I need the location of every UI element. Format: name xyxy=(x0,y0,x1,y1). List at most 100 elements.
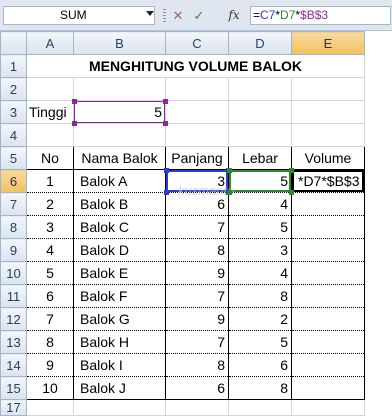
row-header[interactable]: 5 xyxy=(0,146,27,170)
cell-panjang[interactable]: 8 xyxy=(165,238,229,262)
table-header-panjang[interactable]: Panjang xyxy=(165,146,229,170)
range-handle[interactable] xyxy=(71,120,77,126)
cell-volume[interactable] xyxy=(291,192,365,216)
cell-no[interactable]: 7 xyxy=(26,307,74,331)
row-header[interactable]: 12 xyxy=(0,307,27,331)
select-all-corner[interactable] xyxy=(0,31,27,55)
cell-no[interactable]: 10 xyxy=(26,376,74,400)
range-handle[interactable] xyxy=(71,98,77,104)
cell-volume[interactable] xyxy=(291,261,365,285)
row-header[interactable]: 13 xyxy=(0,330,27,354)
table-header-volume[interactable]: Volume xyxy=(291,146,365,170)
cell-nama[interactable]: Balok B xyxy=(73,192,166,216)
cell-no[interactable]: 5 xyxy=(26,261,74,285)
cell-nama[interactable]: Balok A xyxy=(73,169,166,193)
cell-no[interactable]: 2 xyxy=(26,192,74,216)
row-header[interactable]: 7 xyxy=(0,192,27,216)
cell-d3[interactable] xyxy=(228,100,292,124)
row-header[interactable]: 1 xyxy=(0,54,27,78)
row-header[interactable]: 15 xyxy=(0,376,27,400)
range-handle[interactable] xyxy=(288,189,294,195)
cell-lebar[interactable]: 5 xyxy=(228,330,292,354)
column-header-c[interactable]: C xyxy=(165,31,229,55)
range-handle[interactable] xyxy=(226,167,232,173)
cell-c2[interactable] xyxy=(165,77,229,101)
row-header[interactable]: 17 xyxy=(0,399,27,416)
enter-icon[interactable]: ✓ xyxy=(189,6,209,25)
table-header-lebar[interactable]: Lebar xyxy=(228,146,292,170)
cell-e17[interactable] xyxy=(291,399,365,416)
cell-panjang[interactable]: 8 xyxy=(165,353,229,377)
cell-nama[interactable]: Balok C xyxy=(73,215,166,239)
cell-lebar[interactable]: 8 xyxy=(228,376,292,400)
row-header[interactable]: 3 xyxy=(0,100,27,124)
cell-lebar[interactable]: 2 xyxy=(228,307,292,331)
row-header[interactable]: 2 xyxy=(0,77,27,101)
cell-lebar[interactable]: 6 xyxy=(228,353,292,377)
range-handle[interactable] xyxy=(162,120,168,126)
cell-lebar[interactable]: 8 xyxy=(228,284,292,308)
cell-b4[interactable] xyxy=(73,123,166,147)
cell-volume[interactable] xyxy=(291,284,365,308)
cell-a4[interactable] xyxy=(26,123,74,147)
cell-c4[interactable] xyxy=(165,123,229,147)
row-header[interactable]: 4 xyxy=(0,123,27,147)
cell-volume[interactable] xyxy=(291,330,365,354)
row-header[interactable]: 9 xyxy=(0,238,27,262)
row-header[interactable]: 14 xyxy=(0,353,27,377)
cell-lebar[interactable]: 3 xyxy=(228,238,292,262)
range-handle[interactable] xyxy=(288,167,294,173)
cell-nama[interactable]: Balok I xyxy=(73,353,166,377)
active-cell-editing[interactable]: *D7*$B$3 xyxy=(291,169,365,193)
cell-panjang[interactable]: 9 xyxy=(165,307,229,331)
cell-e3[interactable] xyxy=(291,100,365,124)
cell-lebar[interactable]: 5 xyxy=(228,215,292,239)
range-handle[interactable] xyxy=(163,189,169,195)
name-box-dropdown-icon[interactable] xyxy=(146,11,154,16)
row-header[interactable]: 6 xyxy=(0,169,27,193)
cell-nama[interactable]: Balok D xyxy=(73,238,166,262)
table-header-nama[interactable]: Nama Balok xyxy=(73,146,166,170)
sheet-title[interactable]: MENGHITUNG VOLUME BALOK xyxy=(26,54,365,78)
cell-nama[interactable]: Balok G xyxy=(73,307,166,331)
cell-no[interactable]: 8 xyxy=(26,330,74,354)
cell-volume[interactable] xyxy=(291,215,365,239)
cell-a17[interactable] xyxy=(26,399,74,416)
column-header-a[interactable]: A xyxy=(26,31,74,55)
cell-nama[interactable]: Balok F xyxy=(73,284,166,308)
cell-panjang[interactable]: 9 xyxy=(165,261,229,285)
cell-panjang[interactable]: 7 xyxy=(165,284,229,308)
tinggi-value-cell[interactable]: 5 xyxy=(73,100,166,124)
cell-lebar[interactable]: 4 xyxy=(228,192,292,216)
cell-volume[interactable] xyxy=(291,353,365,377)
cell-panjang[interactable]: 7 xyxy=(165,330,229,354)
resize-grip-icon[interactable] xyxy=(163,9,166,22)
cell-no[interactable]: 4 xyxy=(26,238,74,262)
cell-volume[interactable] xyxy=(291,307,365,331)
row-header[interactable]: 10 xyxy=(0,261,27,285)
name-box[interactable]: SUM xyxy=(3,6,155,25)
cell-b2[interactable] xyxy=(73,77,166,101)
cell-no[interactable]: 1 xyxy=(26,169,74,193)
cell-c17[interactable] xyxy=(165,399,229,416)
cell-d17[interactable] xyxy=(228,399,292,416)
formula-input[interactable]: =C7*D7*$B$3 xyxy=(250,6,391,25)
table-header-no[interactable]: No xyxy=(26,146,74,170)
cancel-icon[interactable]: ✕ xyxy=(168,6,188,25)
cell-nama[interactable]: Balok J xyxy=(73,376,166,400)
cell-no[interactable]: 9 xyxy=(26,353,74,377)
cell-no[interactable]: 6 xyxy=(26,284,74,308)
cell-e2[interactable] xyxy=(291,77,365,101)
cell-no[interactable]: 3 xyxy=(26,215,74,239)
insert-function-icon[interactable]: fx xyxy=(224,6,244,25)
range-handle[interactable] xyxy=(163,167,169,173)
column-header-e[interactable]: E xyxy=(291,31,365,55)
cell-nama[interactable]: Balok E xyxy=(73,261,166,285)
range-handle[interactable] xyxy=(226,189,232,195)
cell-panjang[interactable]: 7 xyxy=(165,215,229,239)
cell-e4[interactable] xyxy=(291,123,365,147)
cell-nama[interactable]: Balok H xyxy=(73,330,166,354)
cell-volume[interactable] xyxy=(291,238,365,262)
cell-a2[interactable] xyxy=(26,77,74,101)
cell-d2[interactable] xyxy=(228,77,292,101)
